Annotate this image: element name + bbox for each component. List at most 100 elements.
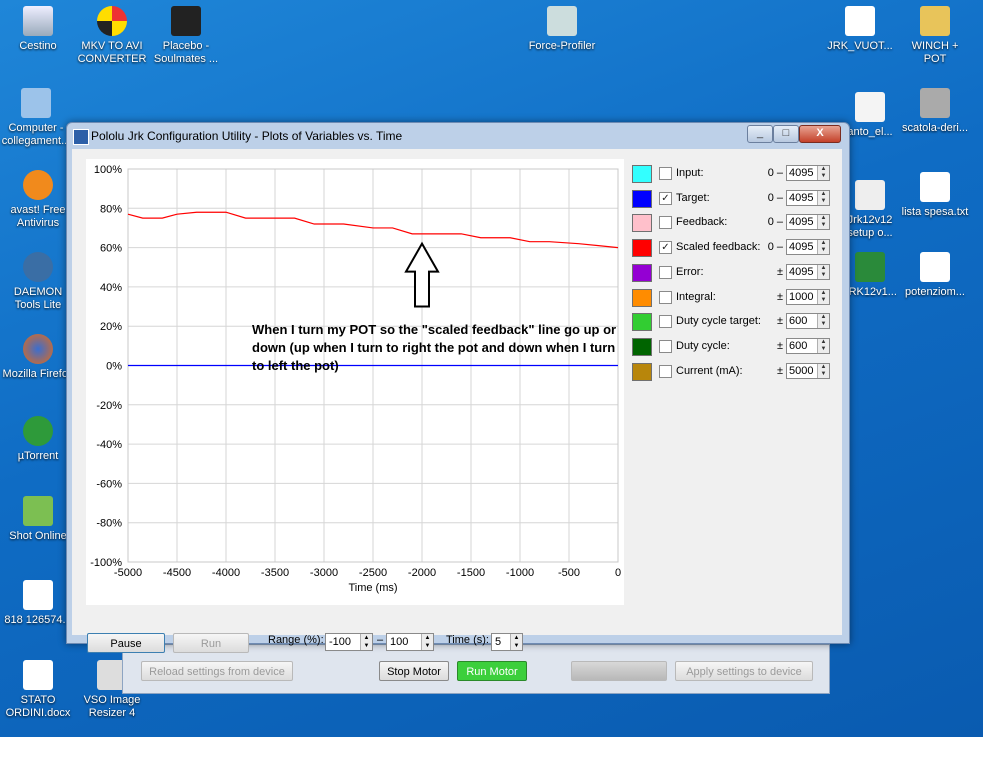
desktop-icon-shot-online[interactable]: Shot Online	[2, 496, 74, 543]
run-motor-button[interactable]: Run Motor	[457, 661, 527, 681]
desktop-icon-winch-pot[interactable]: WINCH + POT	[899, 6, 971, 66]
spinner-arrows-icon[interactable]: ▲ ▼	[817, 314, 829, 329]
plot-checkbox[interactable]	[659, 339, 672, 353]
stop-motor-button[interactable]: Stop Motor	[379, 661, 449, 681]
spinner-arrows-icon[interactable]: ▲ ▼	[817, 289, 829, 304]
plot-checkbox[interactable]: ✓	[659, 241, 672, 255]
y-tick-label: -60%	[96, 478, 122, 490]
title-bar: Pololu Jrk Configuration Utility - Plots…	[67, 123, 849, 149]
plot-checkbox[interactable]	[659, 290, 672, 304]
scale-spinner[interactable]: 4095 ▲ ▼	[786, 214, 830, 231]
color-swatch[interactable]	[632, 189, 652, 208]
range-min-spinner[interactable]: -100 ▲ ▼	[325, 633, 373, 651]
desktop-icon-recycle-bin[interactable]: Cestino	[2, 6, 74, 53]
color-swatch[interactable]	[632, 165, 652, 183]
color-swatch[interactable]	[632, 337, 652, 356]
maximize-button[interactable]: □	[773, 125, 799, 143]
spinner-arrows-icon[interactable]: ▲ ▼	[421, 634, 433, 650]
scale-spinner[interactable]: 4095 ▲ ▼	[786, 165, 830, 181]
mp3-file-icon	[23, 580, 53, 610]
x-tick-label: -3500	[261, 567, 289, 579]
desktop-icon-avast[interactable]: avast! Free Antivirus	[2, 170, 74, 230]
variable-label: Current (mA):	[676, 364, 743, 377]
scale-spinner[interactable]: 600 ▲ ▼	[786, 337, 830, 354]
apply-settings-button[interactable]: Apply settings to device	[675, 661, 813, 681]
plot-checkbox[interactable]: ✓	[659, 191, 672, 205]
user-annotation: When I turn my POT so the "scaled feedba…	[252, 322, 617, 373]
spinner-arrows-icon[interactable]: ▲ ▼	[510, 634, 522, 650]
x-tick-label: -500	[558, 567, 580, 579]
desktop-icon-placebo[interactable]: Placebo - Soulmates ...	[150, 6, 222, 66]
legend-row: ✓ Scaled feedback: 0 –4095 ▲ ▼	[632, 239, 842, 259]
y-tick-label: 80%	[100, 203, 122, 215]
color-swatch[interactable]	[632, 362, 652, 381]
plot-checkbox[interactable]	[659, 364, 672, 378]
desktop-icon-lista-spesa[interactable]: lista spesa.txt	[899, 172, 971, 219]
scale-spinner[interactable]: 4095 ▲ ▼	[786, 263, 830, 280]
color-swatch[interactable]	[632, 288, 652, 307]
plot-checkbox[interactable]	[659, 216, 672, 230]
color-swatch[interactable]	[632, 214, 652, 233]
y-tick-label: 40%	[100, 282, 122, 294]
y-tick-label: 20%	[100, 321, 122, 333]
run-button[interactable]: Run	[173, 633, 249, 653]
scale-spinner[interactable]: 5000 ▲ ▼	[786, 362, 830, 379]
color-swatch[interactable]	[632, 313, 652, 332]
plot-checkbox[interactable]	[659, 167, 672, 180]
range-prefix: ±	[776, 315, 783, 328]
color-swatch[interactable]	[632, 263, 652, 282]
desktop-icon-stato-ordini[interactable]: STATO ORDINI.docx	[2, 660, 74, 720]
y-tick-label: -40%	[96, 439, 122, 451]
desktop-icon-jrk-vuoto[interactable]: JRK_VUOT...	[824, 6, 896, 53]
spinner-arrows-icon[interactable]: ▲ ▼	[817, 240, 829, 255]
range-max-spinner[interactable]: 100 ▲ ▼	[386, 633, 434, 651]
image-file-icon	[855, 252, 885, 282]
color-swatch[interactable]	[632, 239, 652, 258]
x-tick-label: -4500	[163, 567, 191, 579]
document-icon	[845, 6, 875, 36]
spinner-arrows-icon[interactable]: ▲ ▼	[817, 338, 829, 353]
x-tick-label: 0	[615, 567, 621, 579]
plot-area: -500 0 -4500 -4000 -3500 -3000 -2500 -2000 -1500…	[86, 159, 624, 605]
x-tick-label: -3000	[310, 567, 338, 579]
spinner-arrows-icon[interactable]: ▲ ▼	[817, 215, 829, 230]
variable-label: Scaled feedback:	[676, 241, 761, 254]
progress-bar	[571, 661, 667, 681]
spinner-arrows-icon[interactable]: ▲ ▼	[360, 634, 372, 650]
desktop-icon-scatola-deri[interactable]: scatola-deri...	[899, 88, 971, 135]
y-tick-label: 60%	[100, 243, 122, 255]
desktop-icon-firefox[interactable]: Mozilla Firefox	[2, 334, 74, 381]
x-tick-label: -1500	[457, 567, 485, 579]
desktop-icon-mkv-to-avi[interactable]: MKV TO AVI CONVERTER	[76, 6, 148, 66]
spinner-arrows-icon[interactable]: ▲ ▼	[817, 264, 829, 279]
spinner-arrows-icon[interactable]: ▲ ▼	[817, 190, 829, 205]
desktop-icon-force-profiler[interactable]: Force-Profiler	[526, 6, 598, 53]
close-button[interactable]: X	[799, 125, 841, 143]
firefox-icon	[23, 334, 53, 364]
plot-checkbox[interactable]	[659, 265, 672, 279]
desktop-icon-utorrent[interactable]: µTorrent	[2, 416, 74, 463]
image-file-icon	[855, 92, 885, 122]
image-file-icon	[855, 180, 885, 210]
desktop-icon-mp3[interactable]: 818 126574...	[2, 580, 74, 627]
desktop-icon-potenziom[interactable]: potenziom...	[899, 252, 971, 299]
legend-row: Current (mA): ±5000 ▲ ▼	[632, 362, 842, 383]
avast-icon	[23, 170, 53, 200]
desktop-icon-daemon-tools[interactable]: DAEMON Tools Lite	[2, 252, 74, 312]
plot-checkbox[interactable]	[659, 315, 672, 329]
pause-button[interactable]: Pause	[87, 633, 165, 653]
legend-row: Input: 0 –4095 ▲ ▼	[632, 165, 842, 185]
scale-spinner[interactable]: 1000 ▲ ▼	[786, 288, 830, 305]
utorrent-icon	[23, 416, 53, 446]
video-file-icon	[171, 6, 201, 36]
scale-spinner[interactable]: 4095 ▲ ▼	[786, 189, 830, 206]
desktop-icon-computer[interactable]: Computer - collegament...	[0, 88, 72, 148]
reload-settings-button[interactable]: Reload settings from device	[141, 661, 293, 681]
minimize-button[interactable]: _	[747, 125, 773, 143]
scale-spinner[interactable]: 4095 ▲ ▼	[786, 239, 830, 256]
time-spinner[interactable]: 5 ▲ ▼	[491, 633, 523, 651]
range-prefix: 0 –	[767, 241, 783, 254]
spinner-arrows-icon[interactable]: ▲ ▼	[817, 363, 829, 378]
scale-spinner[interactable]: 600 ▲ ▼	[786, 313, 830, 330]
spinner-arrows-icon[interactable]: ▲ ▼	[817, 166, 829, 180]
